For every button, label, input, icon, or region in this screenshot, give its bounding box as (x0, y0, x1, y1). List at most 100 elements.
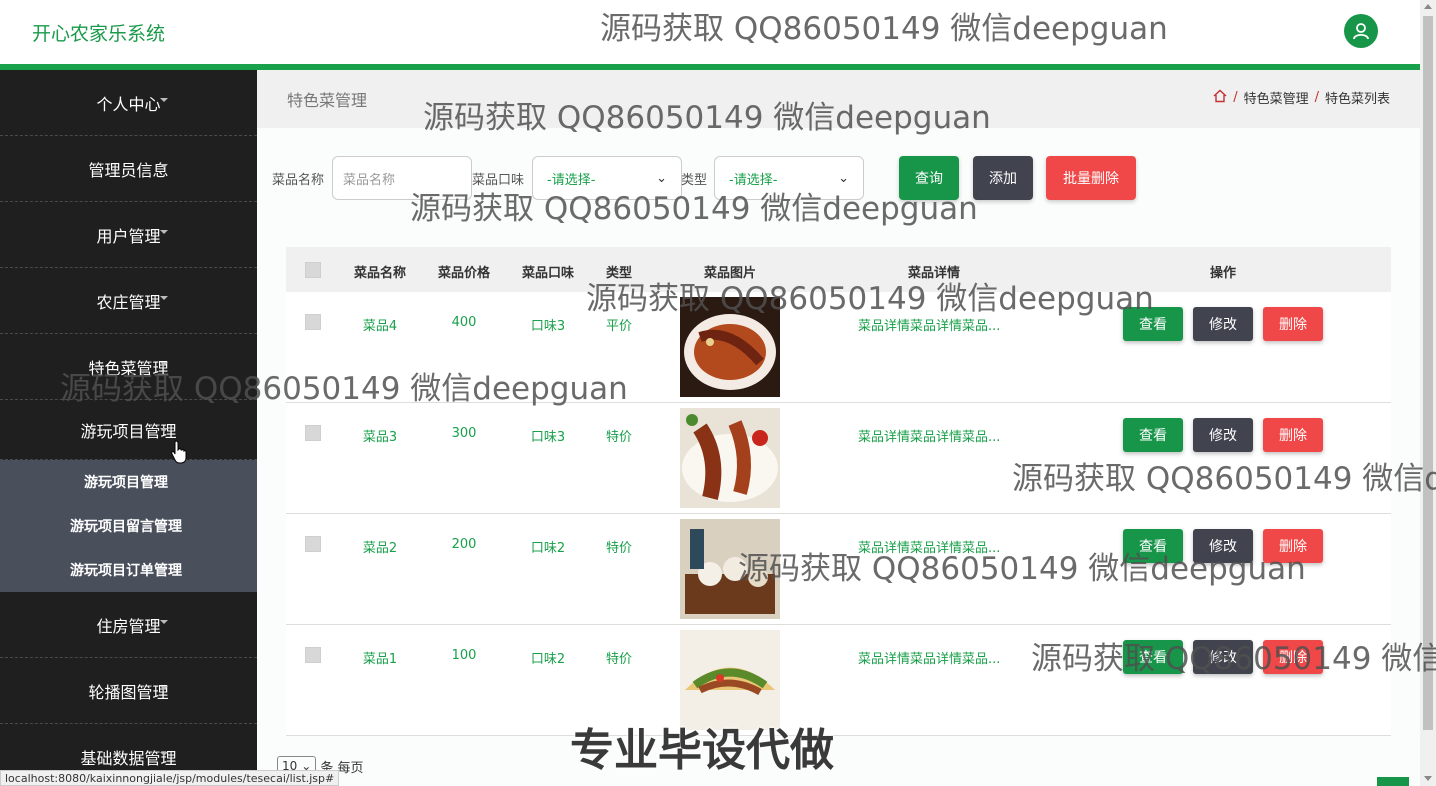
sidebar-item-label: 农庄管理 (96, 292, 161, 312)
query-button[interactable]: 查询 (899, 156, 959, 200)
sidebar-item-users[interactable]: 用户管理 (0, 202, 257, 268)
dish-name: 菜品3 (362, 430, 398, 445)
sidebar-item-label: 特色菜管理 (88, 358, 169, 378)
batch-delete-button[interactable]: 批量删除 (1046, 156, 1136, 200)
delete-button[interactable]: 删除 (1263, 529, 1323, 563)
breadcrumb-separator: / (1314, 90, 1319, 105)
dish-detail: 菜品详情菜品详情菜品... (858, 652, 1001, 667)
user-icon[interactable] (1344, 14, 1378, 48)
taste-label: 菜品口味 (472, 173, 525, 188)
column-header: 菜品图片 (703, 266, 757, 281)
table-row: 菜品4 400 口味3 平价 菜品详情菜品详情菜品... 查看 修改 删除 (286, 292, 1391, 403)
sidebar-item-housing[interactable]: 住房管理 (0, 592, 257, 658)
browser-status-url: localhost:8080/kaixinnongjiale/jsp/modul… (0, 770, 340, 786)
breadcrumb-item[interactable]: 特色菜管理 (1244, 88, 1309, 107)
view-button[interactable]: 查看 (1123, 640, 1183, 674)
chevron-down-icon (160, 362, 168, 366)
sidebar-item-label: 住房管理 (96, 616, 161, 636)
sidebar-item-carousel[interactable]: 轮播图管理 (0, 658, 257, 724)
select-all-checkbox[interactable] (305, 262, 321, 278)
sidebar-item-label: 管理员信息 (88, 160, 169, 180)
main-content: 特色菜管理 / 特色菜管理 / 特色菜列表 菜品名称 菜品名称 菜品口味 -请选… (257, 70, 1420, 786)
scroll-down-icon[interactable] (1424, 776, 1432, 781)
chevron-down-icon (160, 296, 168, 300)
dish-type: 特价 (605, 652, 633, 667)
top-header: 开心农家乐系统 (0, 0, 1420, 66)
sidebar-item-label: 基础数据管理 (80, 748, 177, 768)
type-select[interactable]: -请选择- ⌄ (714, 156, 864, 200)
sidebar-item-admin[interactable]: 管理员信息 (0, 136, 257, 202)
breadcrumb-separator: / (1233, 90, 1238, 105)
dish-image (680, 408, 780, 508)
breadcrumb: / 特色菜管理 / 特色菜列表 (1213, 88, 1390, 107)
input-placeholder: 菜品名称 (343, 172, 396, 188)
dish-table: 菜品名称 菜品价格 菜品口味 类型 菜品图片 菜品详情 操作 菜品4 400 口… (286, 247, 1391, 736)
dish-image (680, 519, 780, 619)
dish-taste: 口味3 (530, 430, 566, 445)
taste-select[interactable]: -请选择- ⌄ (532, 156, 682, 200)
edit-button[interactable]: 修改 (1193, 640, 1253, 674)
chevron-down-icon (160, 686, 168, 690)
select-value: -请选择- (729, 172, 778, 188)
submenu-item-activity-orders[interactable]: 游玩项目订单管理 (0, 548, 252, 592)
dish-image (680, 630, 780, 730)
row-checkbox[interactable] (305, 647, 321, 663)
scroll-thumb[interactable] (1423, 16, 1433, 730)
dish-name-label: 菜品名称 (272, 173, 325, 188)
dish-taste: 口味3 (530, 319, 566, 334)
delete-button[interactable]: 删除 (1263, 307, 1323, 341)
view-button[interactable]: 查看 (1123, 307, 1183, 341)
add-button[interactable]: 添加 (973, 156, 1033, 200)
dish-image (680, 297, 780, 397)
column-header[interactable]: 类型 (606, 262, 632, 281)
sidebar-item-farm[interactable]: 农庄管理 (0, 268, 257, 334)
row-checkbox[interactable] (305, 425, 321, 441)
chevron-down-icon (160, 428, 168, 432)
sidebar-item-profile[interactable]: 个人中心 (0, 70, 257, 136)
dish-detail: 菜品详情菜品详情菜品... (858, 541, 1001, 556)
dish-name-input[interactable]: 菜品名称 (332, 156, 472, 200)
dish-type: 平价 (605, 319, 633, 334)
dish-detail: 菜品详情菜品详情菜品... (858, 430, 1001, 445)
table-row: 菜品2 200 口味2 特价 菜品详情菜品详情菜品... 查看 修改 删除 (286, 514, 1391, 625)
chevron-down-icon: ⌄ (656, 170, 667, 186)
home-icon[interactable] (1213, 89, 1227, 107)
table-header: 菜品名称 菜品价格 菜品口味 类型 菜品图片 菜品详情 操作 (286, 247, 1391, 292)
page-scrollbar[interactable] (1420, 0, 1436, 786)
dish-name: 菜品2 (362, 541, 398, 556)
table-row: 菜品1 100 口味2 特价 菜品详情菜品详情菜品... 查看 修改 删除 (286, 625, 1391, 736)
view-button[interactable]: 查看 (1123, 418, 1183, 452)
row-checkbox[interactable] (305, 314, 321, 330)
dish-name: 菜品4 (362, 319, 398, 334)
column-header[interactable]: 菜品价格 (438, 262, 490, 281)
edit-button[interactable]: 修改 (1193, 529, 1253, 563)
scroll-up-icon[interactable] (1424, 4, 1432, 9)
sidebar-item-label: 轮播图管理 (88, 682, 169, 702)
dish-taste: 口味2 (530, 652, 566, 667)
sidebar-item-dishes[interactable]: 特色菜管理 (0, 334, 257, 400)
submenu-item-activity-comments[interactable]: 游玩项目留言管理 (0, 504, 252, 548)
sidebar-item-label: 用户管理 (96, 226, 161, 246)
sidebar-item-activities[interactable]: 游玩项目管理 (0, 400, 257, 460)
dish-detail: 菜品详情菜品详情菜品... (858, 319, 1001, 334)
chevron-down-icon (160, 98, 168, 102)
column-header[interactable]: 菜品口味 (522, 262, 574, 281)
floating-widget[interactable] (1377, 777, 1409, 786)
chevron-down-icon (160, 230, 168, 234)
view-button[interactable]: 查看 (1123, 529, 1183, 563)
row-checkbox[interactable] (305, 536, 321, 552)
edit-button[interactable]: 修改 (1193, 418, 1253, 452)
type-label: 类型 (681, 173, 708, 188)
table-row: 菜品3 300 口味3 特价 菜品详情菜品详情菜品... 查看 修改 删除 (286, 403, 1391, 514)
dish-type: 特价 (605, 541, 633, 556)
delete-button[interactable]: 删除 (1263, 640, 1323, 674)
column-header[interactable]: 菜品名称 (354, 262, 406, 281)
edit-button[interactable]: 修改 (1193, 307, 1253, 341)
sidebar: 个人中心 管理员信息 用户管理 农庄管理 特色菜管理 游玩项目管理 游玩项目管理… (0, 70, 257, 786)
delete-button[interactable]: 删除 (1263, 418, 1323, 452)
dish-name: 菜品1 (362, 652, 398, 667)
chevron-down-icon: ⌄ (838, 170, 849, 186)
dish-price: 300 (451, 426, 477, 441)
submenu-item-activities[interactable]: 游玩项目管理 (0, 460, 252, 504)
dish-price: 200 (451, 537, 477, 552)
